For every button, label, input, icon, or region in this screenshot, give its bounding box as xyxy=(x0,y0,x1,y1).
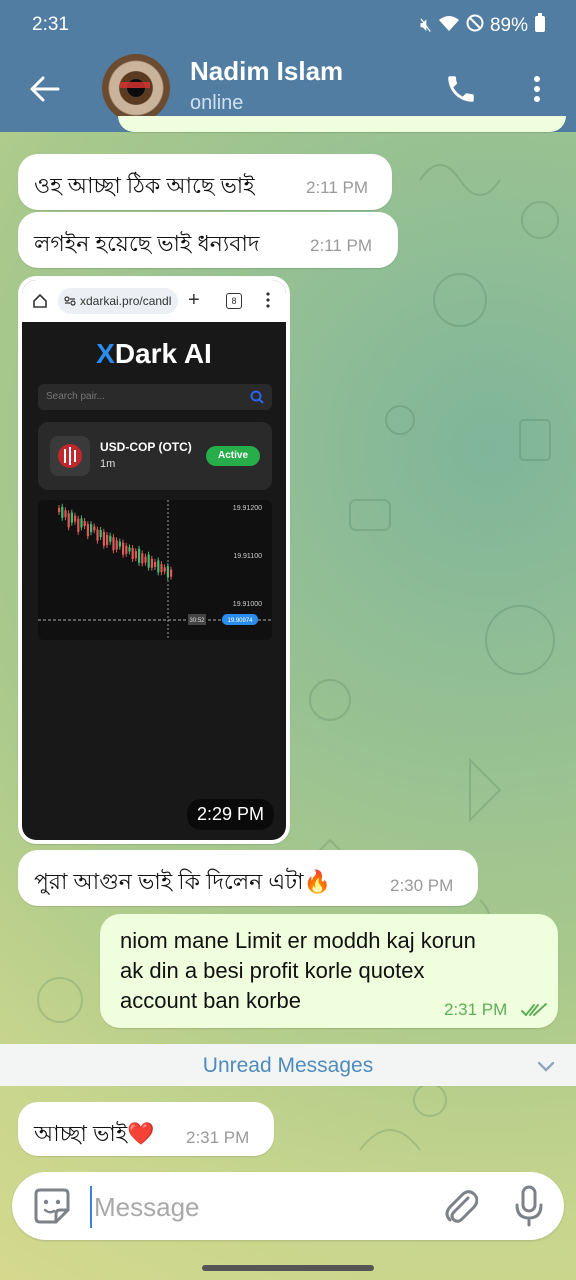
brand-logo: XDark AI xyxy=(96,338,212,369)
message-bubble[interactable]: পুরা আগুন ভাই কি দিলেন এটা🔥 2:30 PM xyxy=(18,850,478,906)
pair-card: USD-COP (OTC) 1m Active xyxy=(38,422,272,490)
status-icons: 🔇︎ 89% xyxy=(420,13,546,39)
contact-name[interactable]: Nadim Islam xyxy=(190,56,343,87)
battery-level: 89% xyxy=(489,15,528,36)
pair-search-placeholder: Search pair... xyxy=(46,391,105,402)
status-time: 2:31 xyxy=(32,14,69,35)
site-settings-icon xyxy=(64,296,76,306)
message-time: 2:11 PM xyxy=(310,236,373,255)
message-text: পুরা আগুন ভাই কি দিলেন এটা🔥 xyxy=(34,869,331,894)
message-line: ak din a besi profit korle quotex xyxy=(120,958,425,983)
current-price-label: 19.90974 xyxy=(227,618,253,624)
search-icon xyxy=(250,390,264,404)
message-text: আচ্ছা ভাই❤️ xyxy=(34,1121,155,1146)
chevron-down-icon[interactable] xyxy=(536,1056,556,1076)
home-indicator[interactable] xyxy=(202,1265,374,1271)
screenshot-image[interactable]: xdarkai.pro/candl + 8 XDark AI Search pa… xyxy=(22,280,286,840)
message-text: ওহ আচ্ছা ঠিক আছে ভাই xyxy=(34,173,255,198)
status-badge: Active xyxy=(206,446,260,466)
message-bubble[interactable]: লগইন হয়েছে ভাই ধন্যবাদ 2:11 PM xyxy=(18,212,398,268)
candles-svg: 19.91200 19.91100 19.91000 30:52 19.9097… xyxy=(38,500,272,640)
unread-label: Unread Messages xyxy=(202,1054,374,1077)
back-button[interactable] xyxy=(28,72,62,106)
arrow-left-icon xyxy=(30,76,60,102)
browser-toolbar: xdarkai.pro/candl + 8 xyxy=(22,280,286,322)
candlestick-chart: 19.91200 19.91100 19.91000 30:52 19.9097… xyxy=(38,500,272,640)
price-label: 19.91200 xyxy=(233,505,262,512)
unread-divider: Unread Messages xyxy=(0,1044,576,1086)
previous-message-partial xyxy=(118,116,566,132)
browser-menu-icon xyxy=(266,292,270,308)
message-bubble[interactable]: ওহ আচ্ছা ঠিক আছে ভাই 2:11 PM xyxy=(18,154,392,210)
wifi-icon xyxy=(438,14,460,38)
avatar-detail xyxy=(120,82,150,88)
outgoing-message-bubble[interactable]: niom mane Limit er moddh kaj korun ak di… xyxy=(100,914,558,1028)
pair-timeframe: 1m xyxy=(100,458,116,470)
price-label: 19.91100 xyxy=(233,553,262,560)
battery-icon xyxy=(534,13,546,39)
message-time: 2:11 PM xyxy=(306,178,369,197)
pair-name: USD-COP (OTC) xyxy=(100,440,192,454)
attach-icon[interactable] xyxy=(442,1186,478,1226)
message-time: 2:31 PM xyxy=(444,1000,508,1019)
image-message[interactable]: xdarkai.pro/candl + 8 XDark AI Search pa… xyxy=(18,276,290,844)
microphone-icon[interactable] xyxy=(512,1184,546,1228)
status-bar: 2:31 🔇︎ 89% xyxy=(0,0,576,50)
message-bubble[interactable]: আচ্ছা ভাই❤️ 2:31 PM xyxy=(18,1102,274,1156)
tab-count: 8 xyxy=(226,293,242,309)
call-button[interactable] xyxy=(444,72,478,106)
sticker-icon[interactable] xyxy=(32,1186,72,1226)
kebab-menu-icon xyxy=(534,76,540,102)
double-check-icon xyxy=(521,1003,547,1016)
avatar[interactable] xyxy=(102,54,170,122)
message-line: niom mane Limit er moddh kaj korun xyxy=(120,928,476,953)
message-text: লগইন হয়েছে ভাই ধন্যবাদ xyxy=(34,231,260,256)
pair-icon xyxy=(50,436,90,476)
new-tab-icon: + xyxy=(188,289,200,311)
home-icon xyxy=(33,293,47,308)
url-text: xdarkai.pro/candl xyxy=(80,294,172,308)
message-input[interactable] xyxy=(90,1186,436,1228)
message-time: 2:31 PM xyxy=(186,1128,250,1147)
message-time: 2:29 PM xyxy=(186,799,274,830)
message-composer xyxy=(12,1172,564,1240)
dnd-icon xyxy=(466,14,484,38)
phone-icon xyxy=(448,76,474,102)
contact-status: online xyxy=(190,92,244,114)
countdown-label: 30:52 xyxy=(189,618,205,624)
message-line: account ban korbe xyxy=(120,988,302,1013)
url-bar: xdarkai.pro/candl xyxy=(58,288,178,314)
more-options-button[interactable] xyxy=(524,72,550,106)
message-time: 2:30 PM xyxy=(390,876,454,895)
pair-search: Search pair... xyxy=(38,384,272,410)
mute-icon: 🔇︎ xyxy=(419,15,432,36)
price-label: 19.91000 xyxy=(233,601,262,608)
